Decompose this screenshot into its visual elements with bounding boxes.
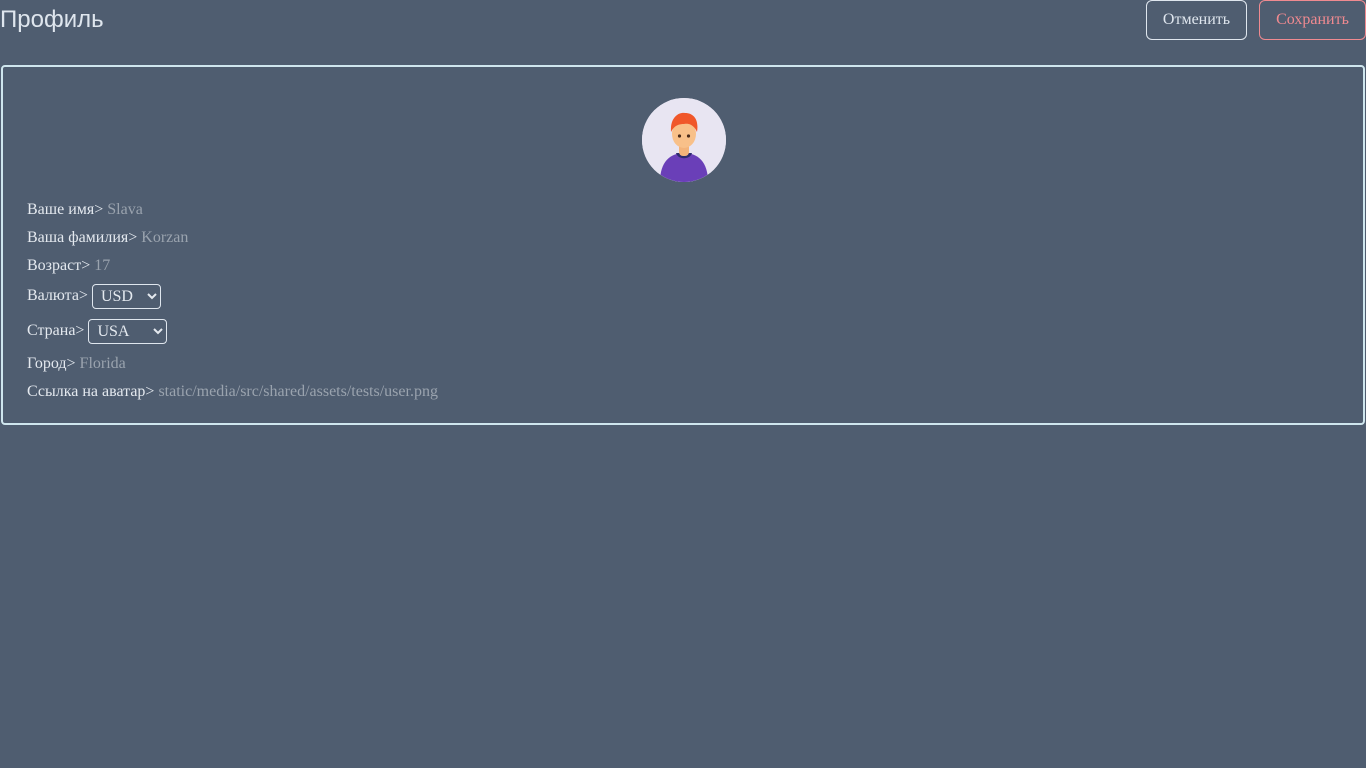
currency-label: Валюта> (27, 287, 88, 305)
country-row: Страна> USA (27, 319, 168, 344)
user-avatar-icon (642, 98, 726, 182)
last-name-label: Ваша фамилия> (27, 229, 138, 246)
age-label: Возраст> (27, 257, 91, 274)
country-select[interactable]: USA (88, 319, 168, 344)
page-header: Профиль Отменить Сохранить (0, 0, 1366, 46)
city-label: Город> (27, 355, 76, 372)
last-name-row: Ваша фамилия> Korzan (27, 228, 188, 248)
page-title: Профиль (0, 6, 104, 33)
country-label: Страна> (27, 322, 85, 340)
avatar-link-row: Ссылка на аватар> static/media/src/shared… (27, 382, 438, 402)
first-name-label: Ваше имя> (27, 201, 104, 218)
city-value: Florida (79, 355, 126, 372)
last-name-value: Korzan (141, 229, 189, 246)
first-name-value: Slava (107, 201, 143, 218)
save-button[interactable]: Сохранить (1259, 0, 1366, 40)
age-value: 17 (94, 257, 111, 274)
avatar-link-label: Ссылка на аватар> (27, 383, 155, 400)
avatar-link-value: static/media/src/shared/assets/tests/use… (158, 383, 438, 400)
city-row: Город> Florida (27, 354, 126, 374)
currency-row: Валюта> USD (27, 284, 161, 309)
cancel-button[interactable]: Отменить (1146, 0, 1247, 40)
first-name-row: Ваше имя> Slava (27, 200, 143, 220)
currency-select[interactable]: USD (91, 284, 161, 309)
age-row: Возраст> 17 (27, 256, 110, 276)
profile-card: Ваше имя> Slava Ваша фамилия> Korzan Возра… (1, 65, 1365, 425)
